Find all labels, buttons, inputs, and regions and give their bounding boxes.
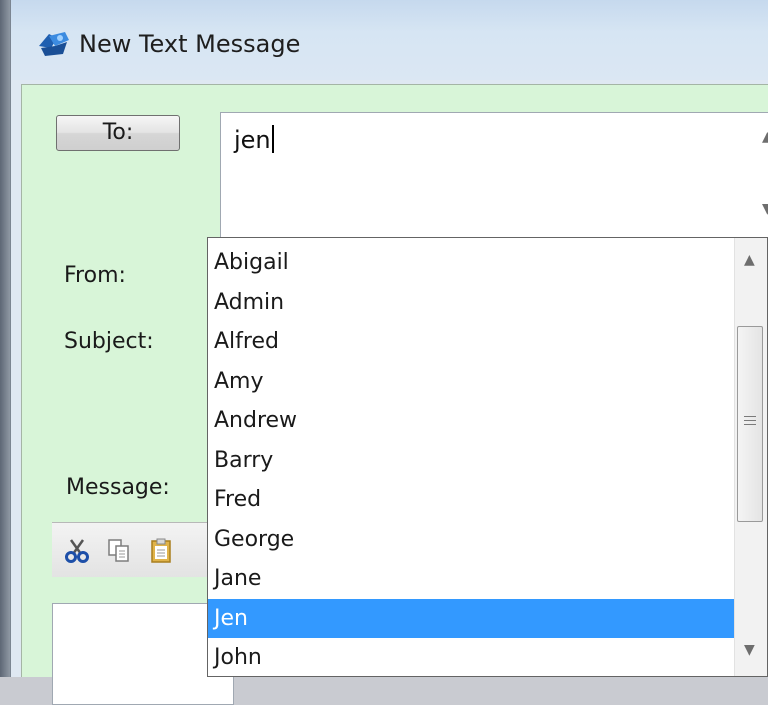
to-input-value: jen	[234, 125, 274, 154]
edit-toolbar	[52, 522, 220, 577]
message-label: Message:	[66, 475, 170, 500]
subject-label: Subject:	[64, 329, 154, 354]
recipient-autocomplete-list[interactable]: Abigail Admin Alfred Amy Andrew Barry Fred Geor…	[207, 237, 768, 677]
scroll-down-icon[interactable]: ▼	[744, 642, 755, 658]
autocomplete-item[interactable]: Abigail	[208, 243, 736, 282]
app-icon	[39, 32, 69, 56]
autocomplete-item[interactable]: Jane	[208, 559, 736, 598]
scroll-up-icon[interactable]: ▲	[762, 129, 768, 145]
from-label: From:	[64, 263, 126, 288]
autocomplete-scrollbar[interactable]: ▲ ▼	[734, 238, 767, 676]
window-title: New Text Message	[79, 30, 301, 58]
title-bar[interactable]: New Text Message	[11, 0, 768, 80]
autocomplete-item[interactable]: John	[208, 638, 736, 676]
autocomplete-item[interactable]: Alfred	[208, 322, 736, 361]
autocomplete-item[interactable]: George	[208, 520, 736, 559]
scrollbar-thumb[interactable]	[737, 326, 763, 522]
background-window-edge	[0, 0, 10, 677]
scroll-up-icon[interactable]: ▲	[744, 252, 755, 268]
autocomplete-item[interactable]: Admin	[208, 283, 736, 322]
autocomplete-item[interactable]: Amy	[208, 362, 736, 401]
autocomplete-item[interactable]: Andrew	[208, 401, 736, 440]
text-caret	[271, 125, 274, 153]
autocomplete-item[interactable]: Jen	[208, 598, 736, 638]
paste-icon[interactable]	[148, 537, 174, 563]
to-input-scrollbar[interactable]: ▲ ▼	[757, 113, 768, 237]
to-recipient-input[interactable]: jen ▲ ▼	[220, 112, 768, 238]
to-button[interactable]: To:	[56, 115, 180, 151]
autocomplete-item[interactable]: Barry	[208, 441, 736, 480]
cut-icon[interactable]	[64, 537, 90, 563]
scroll-down-icon[interactable]: ▼	[762, 201, 768, 217]
copy-icon[interactable]	[106, 537, 132, 563]
autocomplete-item[interactable]: Fred	[208, 480, 736, 519]
